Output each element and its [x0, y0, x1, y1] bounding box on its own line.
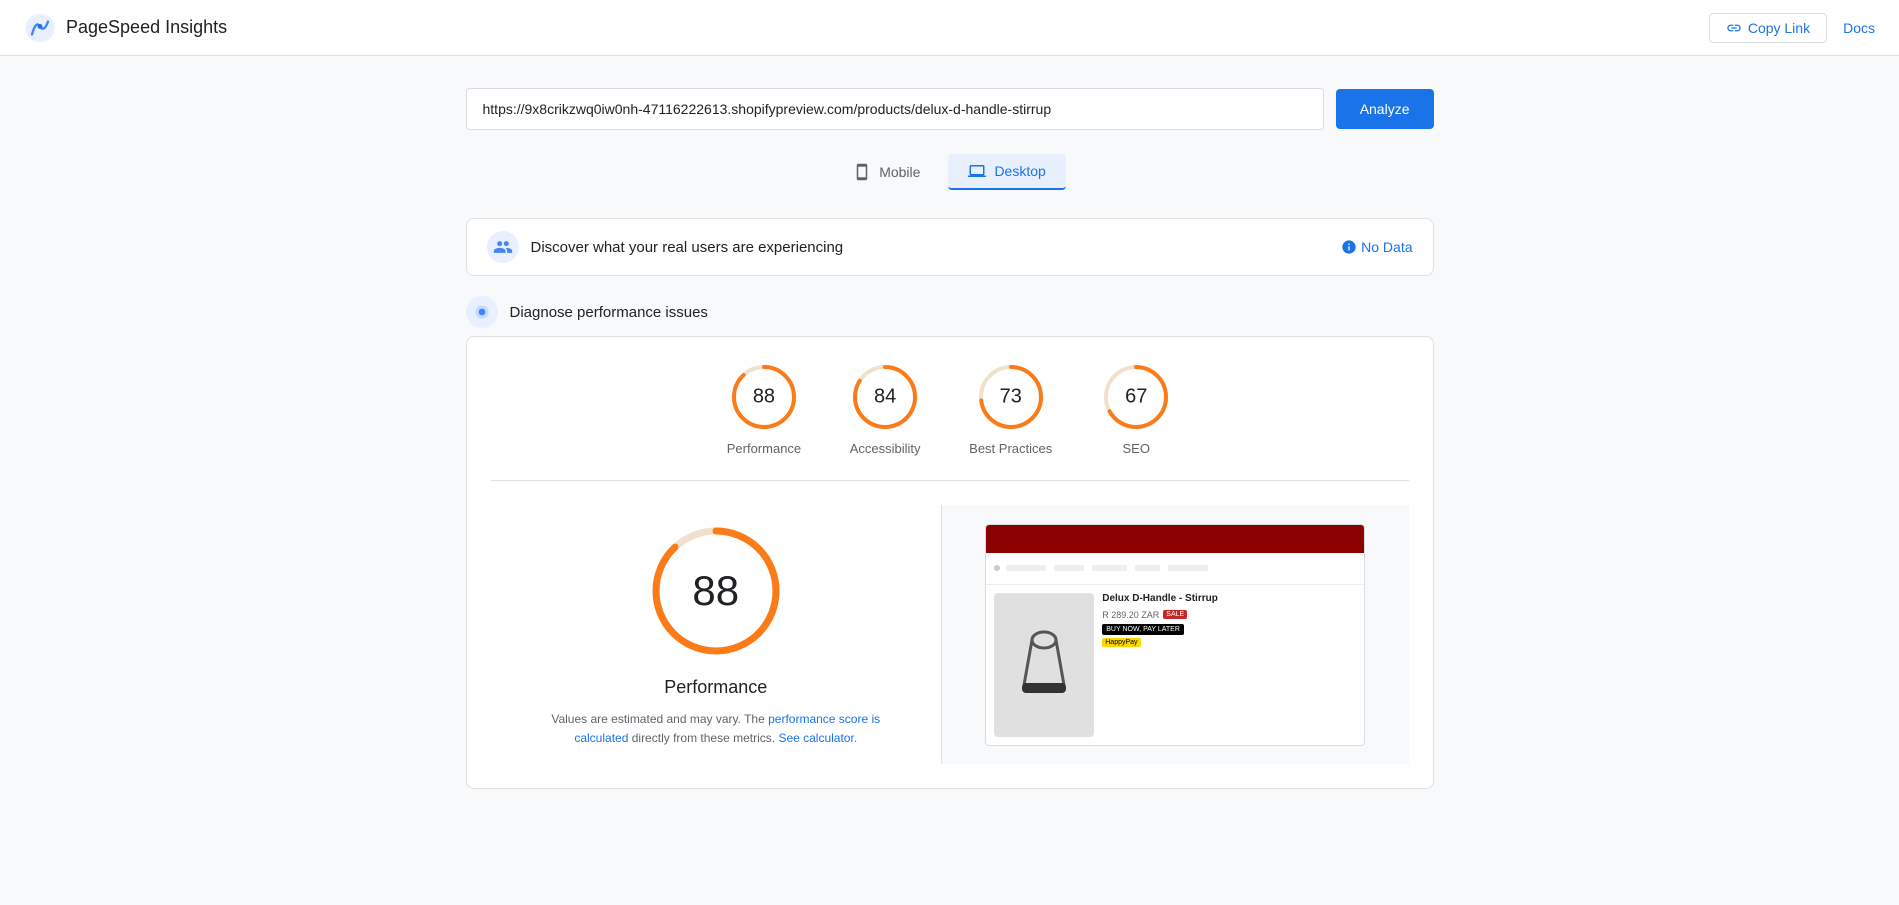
- mobile-icon: [853, 163, 871, 181]
- score-note-middle: directly from these metrics.: [628, 731, 778, 745]
- calculator-link[interactable]: See calculator.: [778, 731, 857, 745]
- product-title: Delux D-Handle - Stirrup: [1102, 593, 1356, 604]
- score-label-accessibility: Accessibility: [850, 441, 921, 456]
- tab-mobile[interactable]: Mobile: [833, 154, 940, 190]
- score-circle-seo: 67: [1100, 361, 1172, 433]
- no-data-label: No Data: [1361, 239, 1412, 255]
- copy-link-label: Copy Link: [1748, 20, 1810, 36]
- docs-label: Docs: [1843, 20, 1875, 36]
- nav-logo: [994, 565, 1000, 571]
- no-data-indicator: No Data: [1341, 239, 1412, 255]
- app-title: PageSpeed Insights: [66, 17, 227, 38]
- real-users-section: Discover what your real users are experi…: [466, 218, 1434, 276]
- score-number-accessibility: 84: [874, 386, 896, 409]
- score-item-seo: 67 SEO: [1100, 361, 1172, 456]
- site-thumb-header: [986, 525, 1364, 553]
- score-card: 88 Performance 84 Accessibility 73 Best Pra…: [466, 336, 1434, 789]
- docs-link[interactable]: Docs: [1843, 20, 1875, 36]
- score-number-best-practices: 73: [1000, 386, 1022, 409]
- product-image: [994, 593, 1094, 737]
- large-score-title: Performance: [664, 677, 767, 698]
- url-input[interactable]: [466, 88, 1324, 130]
- tab-desktop-label: Desktop: [994, 163, 1045, 179]
- site-thumbnail: Delux D-Handle - Stirrup R 289.20 ZAR SA…: [985, 524, 1365, 746]
- site-thumb-nav: [986, 553, 1364, 585]
- pay-later-label: BUY NOW, PAY LATER: [1102, 624, 1184, 635]
- analyze-button[interactable]: Analyze: [1336, 89, 1434, 129]
- device-tabs: Mobile Desktop: [466, 154, 1434, 190]
- diagnose-title: Diagnose performance issues: [510, 304, 708, 321]
- link-icon: [1726, 20, 1742, 36]
- product-image-svg: [1014, 625, 1074, 705]
- copy-link-button[interactable]: Copy Link: [1709, 13, 1827, 43]
- site-thumb-body: Delux D-Handle - Stirrup R 289.20 ZAR SA…: [986, 585, 1364, 745]
- large-score-section: 88 Performance Values are estimated and …: [491, 505, 1409, 764]
- diagnose-icon: [472, 302, 492, 322]
- analyze-label: Analyze: [1360, 101, 1410, 117]
- url-bar-row: Analyze: [466, 88, 1434, 130]
- score-circle-performance: 88: [728, 361, 800, 433]
- score-note: Values are estimated and may vary. The p…: [526, 710, 906, 748]
- product-info: Delux D-Handle - Stirrup R 289.20 ZAR SA…: [1102, 593, 1356, 737]
- diagnose-section-header: Diagnose performance issues: [466, 296, 1434, 328]
- info-icon: [1341, 239, 1357, 255]
- price-row: R 289.20 ZAR SALE: [1102, 610, 1356, 620]
- score-note-prefix: Values are estimated and may vary. The: [551, 712, 768, 726]
- score-circles-row: 88 Performance 84 Accessibility 73 Best Pra…: [491, 361, 1409, 481]
- score-label-performance: Performance: [727, 441, 801, 456]
- tab-mobile-label: Mobile: [879, 164, 920, 180]
- score-circle-best-practices: 73: [975, 361, 1047, 433]
- score-label-seo: SEO: [1123, 441, 1150, 456]
- score-circle-accessibility: 84: [849, 361, 921, 433]
- site-screenshot: Delux D-Handle - Stirrup R 289.20 ZAR SA…: [941, 505, 1409, 764]
- score-item-best-practices: 73 Best Practices: [969, 361, 1052, 456]
- header-left: PageSpeed Insights: [24, 12, 227, 44]
- product-price: R 289.20 ZAR: [1102, 610, 1159, 620]
- users-icon: [493, 237, 513, 257]
- happy-pay-badge: HappyPay: [1102, 638, 1140, 647]
- large-score-number: 88: [692, 567, 739, 615]
- users-icon-container: [487, 231, 519, 263]
- large-performance-circle: 88: [646, 521, 786, 661]
- score-number-performance: 88: [753, 386, 775, 409]
- real-users-title: Discover what your real users are experi…: [531, 239, 844, 256]
- score-item-performance: 88 Performance: [727, 361, 801, 456]
- logo-icon: [24, 12, 56, 44]
- score-label-best-practices: Best Practices: [969, 441, 1052, 456]
- score-item-accessibility: 84 Accessibility: [849, 361, 921, 456]
- main-content: Analyze Mobile Desktop Discover what you…: [450, 56, 1450, 821]
- header-right: Copy Link Docs: [1709, 13, 1875, 43]
- desktop-icon: [968, 162, 986, 180]
- large-score-left: 88 Performance Values are estimated and …: [491, 505, 942, 764]
- price-badge: SALE: [1163, 610, 1187, 619]
- score-number-seo: 67: [1125, 386, 1147, 409]
- tab-desktop[interactable]: Desktop: [948, 154, 1065, 190]
- header: PageSpeed Insights Copy Link Docs: [0, 0, 1899, 56]
- diagnose-icon-container: [466, 296, 498, 328]
